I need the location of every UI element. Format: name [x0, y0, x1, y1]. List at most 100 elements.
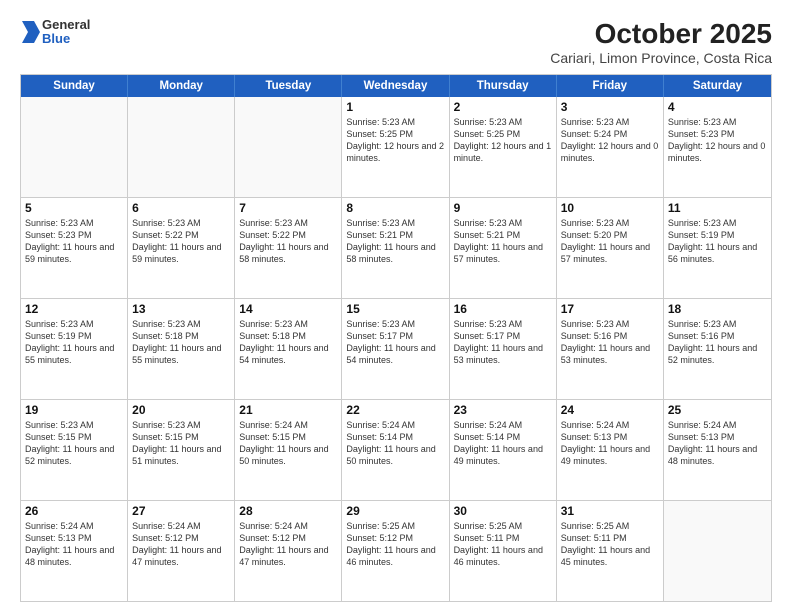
weekday-header: Friday: [557, 75, 664, 97]
day-info: Sunrise: 5:24 AM Sunset: 5:13 PM Dayligh…: [561, 419, 659, 468]
day-number: 22: [346, 403, 444, 417]
day-info: Sunrise: 5:23 AM Sunset: 5:18 PM Dayligh…: [239, 318, 337, 367]
calendar-cell: 24 Sunrise: 5:24 AM Sunset: 5:13 PM Dayli…: [557, 400, 664, 500]
calendar-cell: [235, 97, 342, 197]
day-number: 28: [239, 504, 337, 518]
calendar-cell: [21, 97, 128, 197]
calendar-row: 19Sunrise: 5:23 AM Sunset: 5:15 PM Dayli…: [21, 399, 771, 500]
calendar-cell: 20Sunrise: 5:23 AM Sunset: 5:15 PM Dayli…: [128, 400, 235, 500]
day-number: 18: [668, 302, 767, 316]
day-number: 11: [668, 201, 767, 215]
day-number: 6: [132, 201, 230, 215]
day-info: Sunrise: 5:23 AM Sunset: 5:15 PM Dayligh…: [132, 419, 230, 468]
day-info: Sunrise: 5:24 AM Sunset: 5:14 PM Dayligh…: [454, 419, 552, 468]
day-info: Sunrise: 5:23 AM Sunset: 5:16 PM Dayligh…: [561, 318, 659, 367]
calendar-cell: 1 Sunrise: 5:23 AM Sunset: 5:25 PM Daylig…: [342, 97, 449, 197]
day-number: 30: [454, 504, 552, 518]
calendar-cell: 14Sunrise: 5:23 AM Sunset: 5:18 PM Dayli…: [235, 299, 342, 399]
header: General Blue October 2025 Cariari, Limon…: [20, 18, 772, 66]
day-number: 7: [239, 201, 337, 215]
weekday-header: Sunday: [21, 75, 128, 97]
day-number: 23: [454, 403, 552, 417]
weekday-header: Wednesday: [342, 75, 449, 97]
title-block: October 2025 Cariari, Limon Province, Co…: [550, 18, 772, 66]
weekday-header: Tuesday: [235, 75, 342, 97]
day-info: Sunrise: 5:23 AM Sunset: 5:20 PM Dayligh…: [561, 217, 659, 266]
calendar-cell: 13Sunrise: 5:23 AM Sunset: 5:18 PM Dayli…: [128, 299, 235, 399]
day-info: Sunrise: 5:23 AM Sunset: 5:17 PM Dayligh…: [346, 318, 444, 367]
weekday-header: Saturday: [664, 75, 771, 97]
day-number: 8: [346, 201, 444, 215]
day-number: 9: [454, 201, 552, 215]
day-info: Sunrise: 5:23 AM Sunset: 5:16 PM Dayligh…: [668, 318, 767, 367]
calendar-row: 1 Sunrise: 5:23 AM Sunset: 5:25 PM Daylig…: [21, 97, 771, 197]
day-number: 3: [561, 100, 659, 114]
calendar-cell: 29Sunrise: 5:25 AM Sunset: 5:12 PM Dayli…: [342, 501, 449, 601]
day-number: 21: [239, 403, 337, 417]
day-info: Sunrise: 5:23 AM Sunset: 5:22 PM Dayligh…: [132, 217, 230, 266]
calendar-cell: 16Sunrise: 5:23 AM Sunset: 5:17 PM Dayli…: [450, 299, 557, 399]
logo-blue: Blue: [42, 32, 90, 46]
calendar-cell: 9 Sunrise: 5:23 AM Sunset: 5:21 PM Daylig…: [450, 198, 557, 298]
calendar-cell: [128, 97, 235, 197]
calendar-cell: 2Sunrise: 5:23 AM Sunset: 5:25 PM Daylig…: [450, 97, 557, 197]
calendar-cell: 5 Sunrise: 5:23 AM Sunset: 5:23 PM Daylig…: [21, 198, 128, 298]
calendar-row: 26 Sunrise: 5:24 AM Sunset: 5:13 PM Dayli…: [21, 500, 771, 601]
weekday-header: Monday: [128, 75, 235, 97]
day-number: 31: [561, 504, 659, 518]
day-info: Sunrise: 5:23 AM Sunset: 5:23 PM Dayligh…: [25, 217, 123, 266]
day-number: 12: [25, 302, 123, 316]
calendar-cell: 12Sunrise: 5:23 AM Sunset: 5:19 PM Dayli…: [21, 299, 128, 399]
calendar-cell: [664, 501, 771, 601]
day-info: Sunrise: 5:23 AM Sunset: 5:15 PM Dayligh…: [25, 419, 123, 468]
calendar-cell: 30 Sunrise: 5:25 AM Sunset: 5:11 PM Dayli…: [450, 501, 557, 601]
day-info: Sunrise: 5:24 AM Sunset: 5:13 PM Dayligh…: [25, 520, 123, 569]
page: General Blue October 2025 Cariari, Limon…: [0, 0, 792, 612]
calendar: SundayMondayTuesdayWednesdayThursdayFrid…: [20, 74, 772, 602]
logo: General Blue: [20, 18, 90, 47]
day-number: 16: [454, 302, 552, 316]
day-number: 1: [346, 100, 444, 114]
day-info: Sunrise: 5:25 AM Sunset: 5:11 PM Dayligh…: [454, 520, 552, 569]
calendar-cell: 26 Sunrise: 5:24 AM Sunset: 5:13 PM Dayli…: [21, 501, 128, 601]
day-info: Sunrise: 5:24 AM Sunset: 5:12 PM Dayligh…: [239, 520, 337, 569]
day-info: Sunrise: 5:24 AM Sunset: 5:12 PM Dayligh…: [132, 520, 230, 569]
calendar-cell: 28 Sunrise: 5:24 AM Sunset: 5:12 PM Dayli…: [235, 501, 342, 601]
calendar-cell: 18 Sunrise: 5:23 AM Sunset: 5:16 PM Dayli…: [664, 299, 771, 399]
day-info: Sunrise: 5:23 AM Sunset: 5:19 PM Dayligh…: [668, 217, 767, 266]
calendar-row: 5 Sunrise: 5:23 AM Sunset: 5:23 PM Daylig…: [21, 197, 771, 298]
day-number: 27: [132, 504, 230, 518]
day-number: 13: [132, 302, 230, 316]
calendar-cell: 11 Sunrise: 5:23 AM Sunset: 5:19 PM Dayli…: [664, 198, 771, 298]
logo-text: General Blue: [42, 18, 90, 47]
day-number: 24: [561, 403, 659, 417]
day-info: Sunrise: 5:23 AM Sunset: 5:21 PM Dayligh…: [454, 217, 552, 266]
calendar-cell: 22Sunrise: 5:24 AM Sunset: 5:14 PM Dayli…: [342, 400, 449, 500]
day-number: 26: [25, 504, 123, 518]
calendar-cell: 25Sunrise: 5:24 AM Sunset: 5:13 PM Dayli…: [664, 400, 771, 500]
day-number: 5: [25, 201, 123, 215]
day-number: 15: [346, 302, 444, 316]
day-number: 10: [561, 201, 659, 215]
day-info: Sunrise: 5:23 AM Sunset: 5:23 PM Dayligh…: [668, 116, 767, 165]
day-info: Sunrise: 5:24 AM Sunset: 5:15 PM Dayligh…: [239, 419, 337, 468]
logo-general: General: [42, 18, 90, 32]
day-number: 4: [668, 100, 767, 114]
calendar-cell: 8Sunrise: 5:23 AM Sunset: 5:21 PM Daylig…: [342, 198, 449, 298]
day-info: Sunrise: 5:25 AM Sunset: 5:12 PM Dayligh…: [346, 520, 444, 569]
calendar-cell: 31 Sunrise: 5:25 AM Sunset: 5:11 PM Dayli…: [557, 501, 664, 601]
day-info: Sunrise: 5:23 AM Sunset: 5:25 PM Dayligh…: [346, 116, 444, 165]
calendar-cell: 10 Sunrise: 5:23 AM Sunset: 5:20 PM Dayli…: [557, 198, 664, 298]
weekday-header: Thursday: [450, 75, 557, 97]
calendar-cell: 3Sunrise: 5:23 AM Sunset: 5:24 PM Daylig…: [557, 97, 664, 197]
day-info: Sunrise: 5:23 AM Sunset: 5:22 PM Dayligh…: [239, 217, 337, 266]
calendar-cell: 23 Sunrise: 5:24 AM Sunset: 5:14 PM Dayli…: [450, 400, 557, 500]
calendar-cell: 6 Sunrise: 5:23 AM Sunset: 5:22 PM Daylig…: [128, 198, 235, 298]
calendar-cell: 19Sunrise: 5:23 AM Sunset: 5:15 PM Dayli…: [21, 400, 128, 500]
day-number: 17: [561, 302, 659, 316]
day-info: Sunrise: 5:25 AM Sunset: 5:11 PM Dayligh…: [561, 520, 659, 569]
calendar-row: 12Sunrise: 5:23 AM Sunset: 5:19 PM Dayli…: [21, 298, 771, 399]
calendar-cell: 21 Sunrise: 5:24 AM Sunset: 5:15 PM Dayli…: [235, 400, 342, 500]
day-info: Sunrise: 5:23 AM Sunset: 5:25 PM Dayligh…: [454, 116, 552, 165]
calendar-cell: 17 Sunrise: 5:23 AM Sunset: 5:16 PM Dayli…: [557, 299, 664, 399]
